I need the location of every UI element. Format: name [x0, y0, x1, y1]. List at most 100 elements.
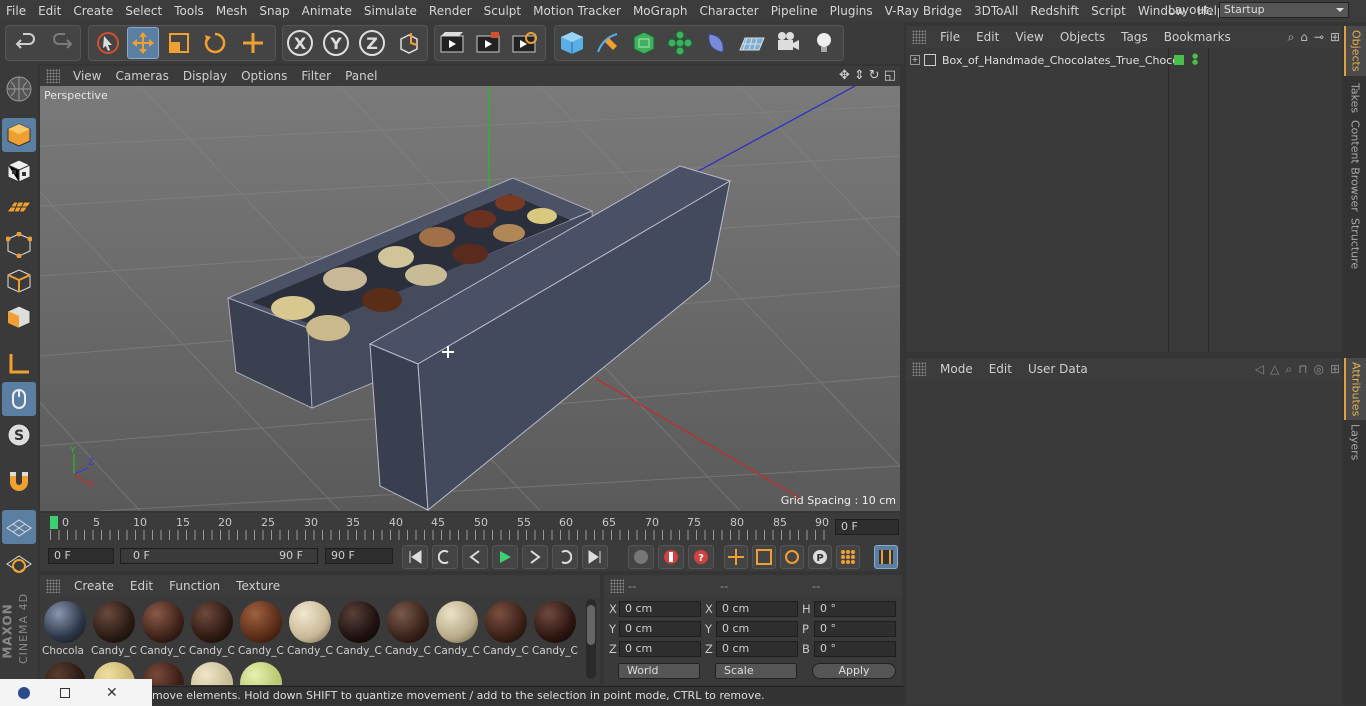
material-menu-texture[interactable]: Texture — [228, 579, 288, 593]
menu-snap[interactable]: Snap — [253, 0, 295, 22]
frame-range-slider[interactable]: 0 F 90 F — [120, 548, 318, 564]
panel-grip-icon[interactable] — [46, 69, 60, 83]
menu-3dtoall[interactable]: 3DToAll — [968, 0, 1024, 22]
objects-menu-bookmarks[interactable]: Bookmarks — [1156, 30, 1239, 44]
tab-objects[interactable]: Objects — [1344, 26, 1366, 76]
solo-mode-icon[interactable]: S — [2, 418, 36, 452]
material-swatch[interactable]: Candy_C — [287, 599, 333, 661]
menu-mesh[interactable]: Mesh — [210, 0, 254, 22]
cinema4d-app-icon[interactable] — [18, 686, 30, 699]
viewport-menu-cameras[interactable]: Cameras — [108, 69, 175, 83]
render-view-icon[interactable] — [436, 27, 468, 59]
material-menu-create[interactable]: Create — [66, 579, 122, 593]
quantize-icon[interactable] — [2, 546, 36, 580]
dolly-icon[interactable]: ⇕ — [854, 68, 865, 83]
objects-menu-view[interactable]: View — [1007, 30, 1051, 44]
panel-grip-icon[interactable] — [912, 362, 926, 376]
lock-icon[interactable]: ⊓ — [1298, 362, 1307, 377]
material-menu-function[interactable]: Function — [161, 579, 228, 593]
y-axis-lock-button[interactable]: Y — [320, 27, 352, 59]
search-icon[interactable]: ⌕ — [1285, 362, 1292, 377]
workplane-lock-icon[interactable] — [2, 510, 36, 544]
visibility-dots-icon[interactable]: ● ● — [1192, 53, 1198, 66]
render-picture-viewer-icon[interactable] — [472, 27, 504, 59]
pan-icon[interactable]: ✥ — [839, 68, 850, 83]
coordinate-mode-dropdown[interactable]: Scale — [715, 663, 797, 679]
new-window-icon[interactable]: ⊞ — [1330, 30, 1340, 45]
tab-structure[interactable]: Structure — [1344, 214, 1366, 274]
material-menu-edit[interactable]: Edit — [122, 579, 161, 593]
autokey-icon[interactable] — [658, 545, 684, 569]
menu-tools[interactable]: Tools — [168, 0, 210, 22]
coordinate-system-icon[interactable] — [393, 27, 425, 59]
parameter-track-icon[interactable]: P — [808, 545, 832, 569]
previous-key-icon[interactable] — [432, 545, 458, 569]
menu-redshift[interactable]: Redshift — [1024, 0, 1085, 22]
menu-create[interactable]: Create — [67, 0, 119, 22]
go-to-end-icon[interactable] — [582, 545, 608, 569]
transform-tool-icon[interactable] — [237, 27, 269, 59]
viewport-menu-display[interactable]: Display — [176, 69, 234, 83]
light-icon[interactable] — [808, 27, 840, 59]
live-selection-icon[interactable] — [92, 27, 124, 59]
orbit-icon[interactable]: ↻ — [869, 68, 880, 83]
attributes-menu-user-data[interactable]: User Data — [1020, 362, 1096, 376]
scale-track-icon[interactable] — [752, 545, 776, 569]
next-frame-icon[interactable] — [522, 545, 548, 569]
objects-menu-file[interactable]: File — [932, 30, 968, 44]
timeline-ruler[interactable]: 0 5 10 15 20 25 30 35 40 45 50 55 60 65 … — [40, 513, 900, 543]
tab-attributes[interactable]: Attributes — [1344, 358, 1366, 420]
tab-content-browser[interactable]: Content Browser — [1344, 120, 1366, 212]
rotate-tool-icon[interactable] — [199, 27, 231, 59]
size-x-field[interactable]: 0 cm — [716, 601, 798, 617]
layout-select[interactable]: Startup — [1218, 2, 1349, 18]
tweak-mode-icon[interactable] — [2, 382, 36, 416]
viewport-menu-options[interactable]: Options — [234, 69, 294, 83]
menu-motion-tracker[interactable]: Motion Tracker — [527, 0, 627, 22]
viewport-menu-view[interactable]: View — [66, 69, 108, 83]
objects-menu-objects[interactable]: Objects — [1052, 30, 1113, 44]
polygons-mode-icon[interactable] — [2, 300, 36, 334]
home-icon[interactable]: ⌂ — [1300, 30, 1308, 45]
edges-mode-icon[interactable] — [2, 264, 36, 298]
object-row[interactable]: + Box_of_Handmade_Chocolates_True_Choco … — [910, 52, 1340, 68]
link-icon[interactable]: ⊸ — [1314, 30, 1324, 45]
position-x-field[interactable]: 0 cm — [619, 601, 701, 617]
play-icon[interactable] — [492, 545, 518, 569]
panel-grip-icon[interactable] — [610, 579, 624, 593]
render-settings-icon[interactable] — [508, 27, 540, 59]
objects-menu-tags[interactable]: Tags — [1113, 30, 1156, 44]
floor-icon[interactable] — [736, 27, 768, 59]
menu-script[interactable]: Script — [1085, 0, 1132, 22]
point-level-icon[interactable] — [836, 545, 860, 569]
back-arrow-icon[interactable]: ◁ — [1255, 362, 1264, 377]
size-y-field[interactable]: 0 cm — [716, 621, 798, 637]
rotation-h-field[interactable]: 0 ° — [814, 601, 896, 617]
menu-file[interactable]: File — [0, 0, 32, 22]
points-mode-icon[interactable] — [2, 228, 36, 262]
material-swatch[interactable]: Candy_C — [140, 599, 186, 661]
material-swatch[interactable]: Candy_C — [434, 599, 480, 661]
close-window-icon[interactable]: ✕ — [106, 685, 118, 701]
menu-mograph[interactable]: MoGraph — [627, 0, 694, 22]
up-arrow-icon[interactable]: △ — [1270, 362, 1279, 377]
workplane-icon[interactable] — [2, 190, 36, 224]
deformer-icon[interactable] — [700, 27, 732, 59]
rotation-b-field[interactable]: 0 ° — [814, 641, 896, 657]
material-scrollbar[interactable] — [586, 599, 596, 679]
redo-icon[interactable] — [46, 27, 78, 59]
snapping-magnet-icon[interactable] — [2, 464, 36, 498]
undo-icon[interactable] — [10, 27, 42, 59]
viewport-menu-panel[interactable]: Panel — [338, 69, 384, 83]
next-key-icon[interactable] — [552, 545, 578, 569]
record-keys-icon[interactable] — [628, 545, 654, 569]
spline-pen-icon[interactable] — [592, 27, 624, 59]
menu-animate[interactable]: Animate — [296, 0, 358, 22]
panel-grip-icon[interactable] — [912, 30, 926, 44]
z-axis-lock-button[interactable]: Z — [356, 27, 388, 59]
material-swatch[interactable] — [240, 662, 282, 685]
texture-mode-icon[interactable] — [2, 154, 36, 188]
panel-grip-icon[interactable] — [46, 579, 60, 593]
scrollbar-thumb[interactable] — [587, 605, 595, 645]
axis-mode-icon[interactable] — [2, 347, 36, 381]
